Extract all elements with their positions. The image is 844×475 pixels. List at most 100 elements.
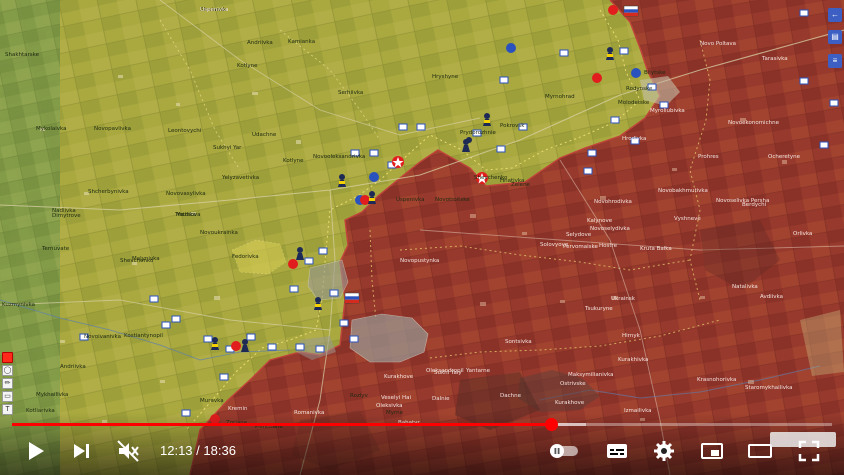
town-label: Sontsivka — [505, 339, 532, 345]
town-label: Hnativka — [500, 178, 525, 184]
town-label: Uspenivka — [396, 197, 425, 203]
fullscreen-icon — [798, 440, 820, 462]
settings-icon — [654, 441, 674, 461]
time-separator: / — [192, 443, 204, 458]
current-time: 12:13 — [160, 443, 193, 458]
battle-map — [0, 0, 844, 475]
town-label: Kotlyne — [283, 158, 304, 164]
town-label: Udachne — [252, 132, 277, 138]
color-swatch-icon[interactable] — [2, 352, 13, 363]
town-label: Veselyi Hai — [381, 395, 412, 401]
town-label: Ukrainsk — [611, 296, 635, 302]
town-label: Yantarne — [466, 368, 491, 374]
town-label: Dimytrove — [52, 213, 81, 219]
miniplayer-icon — [701, 443, 723, 459]
scrubber-handle[interactable] — [544, 418, 558, 431]
town-label: Shcherbynivka — [88, 189, 129, 195]
subtitles-icon — [607, 444, 627, 458]
town-label: Rozlyv — [350, 393, 368, 399]
town-label: Avdiivka — [760, 294, 783, 300]
town-label: Vyshneve — [674, 216, 701, 222]
town-label: Selydove — [566, 232, 592, 238]
eraser-icon[interactable]: ▭ — [2, 391, 13, 402]
town-label: Uspenivka — [200, 7, 229, 13]
list-icon[interactable]: ≡ — [828, 54, 842, 68]
town-label: Novobakhmutivka — [658, 188, 708, 194]
play-icon — [29, 442, 44, 460]
town-label: Kamianka — [288, 39, 316, 45]
next-button[interactable] — [67, 437, 95, 465]
fullscreen-button[interactable] — [795, 437, 823, 465]
town-label: Myroliubivka — [650, 108, 685, 114]
town-label: Tsukuryne — [585, 306, 613, 312]
town-label: Kuzmynivka — [2, 302, 36, 308]
town-label: Novoselivka Persha — [716, 198, 770, 204]
town-label: Novohrodivka — [594, 199, 632, 205]
mute-button[interactable] — [114, 437, 142, 465]
town-label: Sukhi Yaly — [434, 370, 462, 376]
next-icon — [74, 444, 89, 458]
town-label: Bilytske — [644, 70, 666, 76]
played-bar — [12, 423, 551, 426]
town-label: Novopustynka — [400, 258, 440, 264]
town-label: Kurakhove — [384, 374, 414, 380]
town-label: Novoivanivka — [84, 334, 121, 340]
town-label: Kotlyne — [237, 63, 258, 69]
town-label: Sukhyi Yar — [213, 145, 242, 151]
town-label: Staromykhailivka — [745, 385, 793, 391]
layers-icon[interactable]: ▤ — [828, 30, 842, 44]
town-label: Oleksivka — [376, 403, 403, 409]
miniplayer-button[interactable] — [698, 437, 726, 465]
mute-icon — [117, 440, 139, 462]
town-label: Prydorozhnie — [460, 130, 496, 136]
town-label: Orlivka — [793, 231, 813, 237]
town-label: Ocheretyne — [768, 154, 801, 160]
pen-icon[interactable]: ✏ — [2, 378, 13, 389]
arrow-left-icon[interactable]: ← — [828, 8, 842, 22]
town-label: Serhiivka — [338, 90, 364, 96]
time-display: 12:13 / 18:36 — [160, 443, 236, 458]
town-label: Novoukrainka — [200, 230, 238, 236]
town-label: Mykolaivka — [36, 126, 67, 132]
town-label: Yelyzavetivka — [222, 175, 260, 181]
autoplay-toggle[interactable] — [548, 444, 580, 458]
duration: 18:36 — [203, 443, 236, 458]
town-label: Fedorivka — [232, 254, 259, 260]
progress-bar[interactable] — [12, 418, 832, 431]
town-label: Pervomaiske — [563, 244, 598, 250]
marker-icon[interactable]: ◯ — [2, 365, 13, 376]
settings-button[interactable] — [650, 437, 678, 465]
town-label: Dachne — [500, 393, 521, 399]
town-label: Novo Poltava — [700, 41, 737, 47]
town-label: Pokrovsk — [500, 123, 525, 129]
town-label: Tarasivka — [762, 56, 788, 62]
town-label: Novoselydivka — [590, 226, 630, 232]
town-label: Kurakhivka — [618, 357, 649, 363]
video-player[interactable]: Sloviansk Andriivka Kamianka Shakhtarske Kot… — [0, 0, 844, 475]
town-label: Molodetske — [618, 100, 650, 106]
town-label: Kruta Balka — [640, 246, 672, 252]
play-button[interactable] — [21, 437, 49, 465]
town-label: Shevchenko — [120, 258, 154, 264]
town-label: Natalivka — [732, 284, 758, 290]
town-label: Novoekonomichne — [728, 120, 779, 126]
town-label: Novooleksandrivka — [313, 154, 366, 160]
town-label: Hirnyk — [622, 333, 640, 339]
town-label: Novotroitske — [435, 197, 470, 203]
subtitles-button[interactable] — [603, 437, 631, 465]
town-label: Novovasylivka — [166, 191, 206, 197]
town-label: Kurakhove — [555, 400, 585, 406]
town-label: Krasnohorivka — [697, 377, 737, 383]
town-label: Andriivka — [247, 40, 273, 46]
town-label: Muravka — [200, 398, 224, 404]
town-label: Kalynove — [587, 218, 613, 224]
town-label: Kostiantynopil — [124, 333, 163, 339]
town-label: Ternuvate — [42, 246, 70, 252]
town-label: Leontovychi — [168, 128, 202, 134]
town-label: Novopavlivka — [94, 126, 131, 132]
town-label: Myrnohrad — [545, 94, 575, 100]
town-label: Kremin — [228, 406, 248, 412]
town-label: Andriivka — [60, 364, 86, 370]
town-label: Maksymilianivka — [568, 372, 614, 378]
town-label: Dalnie — [432, 396, 450, 402]
